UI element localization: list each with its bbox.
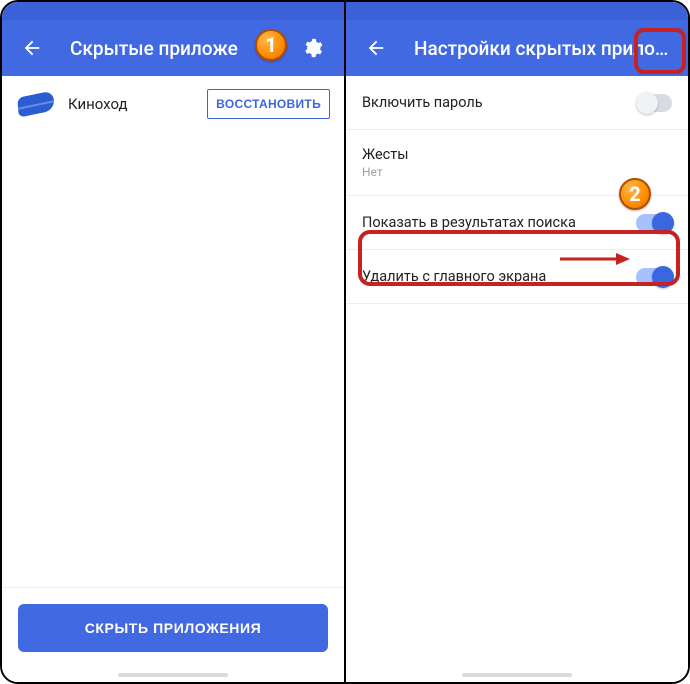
setting-label: Включить пароль: [362, 94, 636, 111]
setting-label: Показать в результатах поиска: [362, 214, 636, 231]
setting-show-in-search[interactable]: Показать в результатах поиска: [346, 196, 688, 250]
app-bar: Скрытые приложе: [2, 20, 344, 76]
back-button[interactable]: [12, 28, 52, 68]
nav-bar: [346, 668, 688, 682]
toggle-search[interactable]: [636, 214, 672, 232]
restore-button[interactable]: ВОССТАНОВИТЬ: [207, 89, 330, 119]
settings-list: Включить пароль Жесты Нет Показать в рез…: [346, 76, 688, 668]
bottom-bar: СКРЫТЬ ПРИЛОЖЕНИЯ: [2, 587, 344, 668]
app-row: Киноход ВОССТАНОВИТЬ: [2, 76, 344, 132]
settings-button[interactable]: [292, 28, 332, 68]
back-button[interactable]: [356, 28, 396, 68]
page-title: Скрытые приложе: [70, 37, 292, 60]
setting-enable-password[interactable]: Включить пароль: [346, 76, 688, 130]
back-arrow-icon: [365, 37, 387, 59]
back-arrow-icon: [21, 37, 43, 59]
toggle-remove[interactable]: [636, 268, 672, 286]
app-icon: [16, 88, 56, 120]
screen-hidden-apps: Скрытые приложе Киноход ВОССТАНОВИТЬ СКР…: [2, 2, 344, 682]
gear-icon: [301, 37, 323, 59]
screen-hidden-settings: Настройки скрытых прило… Включить пароль…: [344, 2, 688, 682]
app-name: Киноход: [68, 95, 195, 113]
setting-sub: Нет: [362, 165, 672, 179]
status-bar: [2, 2, 344, 20]
setting-remove-from-home[interactable]: Удалить с главного экрана: [346, 250, 688, 304]
setting-label: Жесты: [362, 146, 672, 163]
app-bar: Настройки скрытых прило…: [346, 20, 688, 76]
status-bar: [346, 2, 688, 20]
toggle-password[interactable]: [636, 94, 672, 112]
setting-label: Удалить с главного экрана: [362, 268, 636, 285]
hide-apps-button[interactable]: СКРЫТЬ ПРИЛОЖЕНИЯ: [18, 604, 328, 652]
page-title: Настройки скрытых прило…: [414, 37, 676, 60]
setting-gestures[interactable]: Жесты Нет: [346, 130, 688, 196]
nav-bar: [2, 668, 344, 682]
hidden-apps-list: Киноход ВОССТАНОВИТЬ: [2, 76, 344, 587]
